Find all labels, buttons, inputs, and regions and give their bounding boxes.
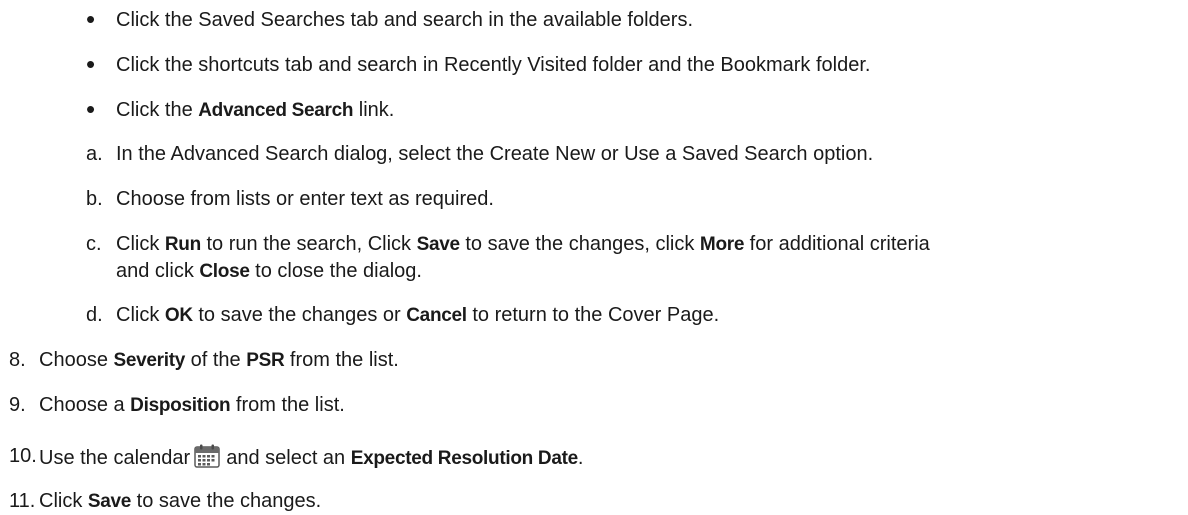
bold-term: Advanced Search (198, 100, 354, 121)
text-run: to save the changes or (192, 304, 407, 326)
text-run: from the list. (230, 394, 345, 416)
substep-marker: b. (86, 188, 103, 210)
step-number: 11. (9, 490, 36, 512)
step-text: Choose Severity of the PSR from the list… (39, 348, 399, 373)
substep-text: and click Close to close the dialog. (116, 259, 422, 284)
instruction-document: • Click the Saved Searches tab and searc… (0, 0, 1188, 515)
bold-term: Expected Resolution Date (350, 448, 578, 469)
step-text: Choose a Disposition from the list. (39, 393, 345, 418)
bullet-text: Click the Saved Searches tab and search … (116, 8, 693, 32)
calendar-icon[interactable] (194, 444, 220, 474)
text-run: Choose from lists or enter text as requi… (116, 188, 494, 210)
text-run: to save the changes. (131, 490, 322, 512)
text-run: Click (39, 490, 88, 512)
substep-marker: c. (86, 233, 102, 255)
substep-text: In the Advanced Search dialog, select th… (116, 142, 873, 166)
text-run: to close the dialog. (249, 260, 422, 282)
text-run: for additional criteria (744, 233, 930, 255)
text-run: . (577, 447, 584, 469)
bullet-marker: • (86, 4, 96, 34)
bold-term: Cancel (406, 305, 467, 326)
bullet-marker: • (86, 49, 96, 79)
text-run: Click the (116, 99, 199, 121)
text-run: of the (185, 349, 247, 371)
text-run: Click the shortcuts tab and search in Re… (116, 54, 871, 76)
text-run: and select an (226, 447, 351, 469)
text-run: Choose a (39, 394, 131, 416)
bullet-text: Click the Advanced Search link. (116, 98, 394, 123)
substep-text: Click Run to run the search, Click Save … (116, 232, 930, 257)
step-number: 10. (9, 445, 37, 467)
text-run: Click (116, 233, 165, 255)
text-run: from the list. (284, 349, 399, 371)
step-number: 8. (9, 349, 26, 371)
bold-term: PSR (246, 350, 285, 371)
substep-marker: a. (86, 143, 103, 165)
text-run: link. (353, 99, 395, 121)
step-text: Click Save to save the changes. (39, 489, 321, 514)
substep-text: Choose from lists or enter text as requi… (116, 187, 494, 211)
text-run: and click (116, 260, 200, 282)
substep-marker: d. (86, 304, 103, 326)
bold-term: Save (87, 491, 132, 512)
bold-term: Disposition (130, 395, 231, 416)
text-run: Click the Saved Searches tab and search … (116, 9, 694, 31)
bold-term: Severity (113, 350, 186, 371)
bold-term: Close (199, 261, 250, 282)
bold-term: More (699, 234, 745, 255)
step-text: Use the calendar and select an Expected (39, 444, 583, 474)
bullet-marker: • (86, 94, 96, 124)
text-run: to run the search, Click (200, 233, 417, 255)
text-run: In the Advanced Search dialog, select th… (116, 143, 874, 165)
text-run: Click (116, 304, 165, 326)
text-run: to return to the Cover Page. (466, 304, 720, 326)
bold-term: Save (416, 234, 460, 255)
text-run: Choose (39, 349, 114, 371)
bold-term: Run (164, 234, 201, 255)
bullet-text: Click the shortcuts tab and search in Re… (116, 53, 870, 77)
text-run: Use the calendar (39, 447, 191, 469)
substep-text: Click OK to save the changes or Cancel t… (116, 303, 719, 328)
bold-term: OK (164, 305, 193, 326)
text-run: to save the changes, click (459, 233, 700, 255)
step-number: 9. (9, 394, 26, 416)
